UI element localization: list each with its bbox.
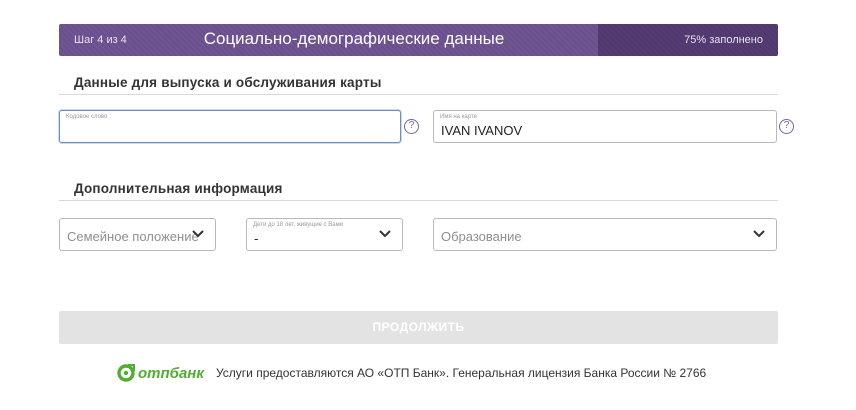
license-text: Услуги предоставляются АО «ОТП Банк». Ге… [215,366,707,380]
progress-header: Шаг 4 из 4 Социально-демографические дан… [59,24,778,56]
codeword-help-icon[interactable]: ? [404,119,419,134]
section-divider [59,94,778,95]
children-value: - [254,231,259,246]
chevron-down-icon [192,230,204,238]
marital-status-select[interactable]: Семейное положение [59,218,216,251]
marital-status-placeholder: Семейное положение [67,229,199,244]
card-name-label: Имя на карте [440,114,477,120]
chevron-down-icon [753,230,765,238]
education-placeholder: Образование [441,229,522,244]
card-name-help-icon[interactable]: ? [779,119,794,134]
logo-text: отпбанк [138,364,204,382]
progress-percent: 75% заполнено [684,34,763,46]
card-name-value: IVAN IVANOV [441,123,523,138]
children-select[interactable]: Дети до 18 лет, живущие с Вами - [246,218,403,251]
section-title-card: Данные для выпуска и обслуживания карты [74,75,382,90]
section-title-extra: Дополнительная информация [74,181,283,196]
page-title: Социально-демографические данные [203,29,505,48]
section-divider [59,200,778,201]
continue-button[interactable]: ПРОДОЛЖИТЬ [59,311,778,344]
children-label: Дети до 18 лет, живущие с Вами [253,222,344,228]
education-select[interactable]: Образование [433,218,777,251]
codeword-label: Кодовое слово [66,114,108,120]
footer: отпбанк Услуги предоставляются АО «ОТП Б… [117,363,706,383]
card-name-field[interactable]: Имя на карте IVAN IVANOV [433,110,777,143]
codeword-field[interactable]: Кодовое слово [59,110,401,143]
chevron-down-icon [379,230,391,238]
otp-bank-logo[interactable]: отпбанк [117,364,204,382]
otp-logo-icon [117,364,135,382]
